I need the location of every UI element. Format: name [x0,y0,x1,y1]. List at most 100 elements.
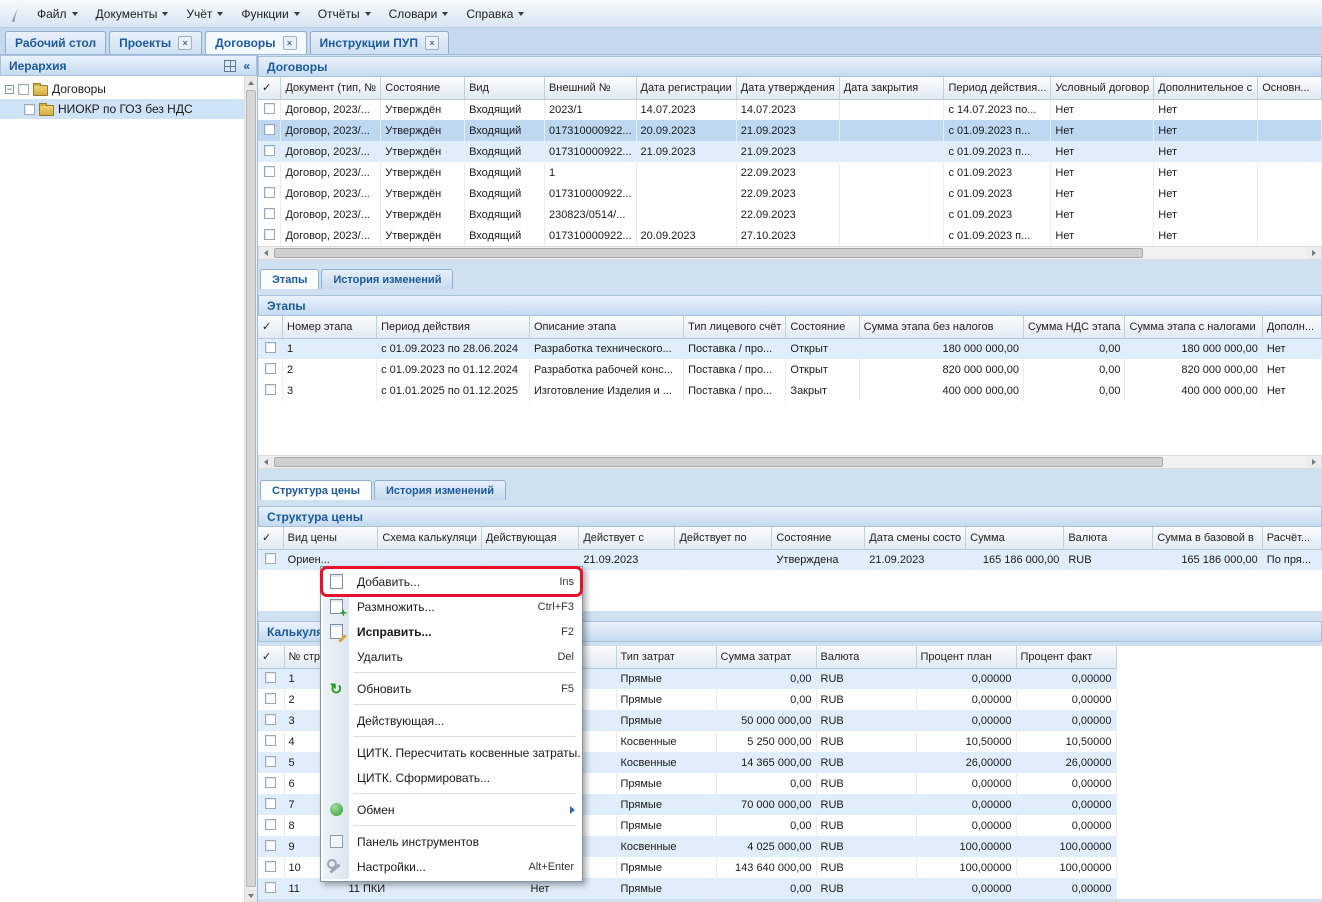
table-row[interactable]: Договор, 2023/...УтверждёнВходящий017310… [258,120,1322,141]
menu-item-delete[interactable]: УдалитьDel [323,644,580,669]
column-header[interactable]: Внешний № [544,77,636,99]
scroll-right-icon[interactable] [1307,456,1321,468]
column-header[interactable]: Тип затрат [616,646,716,668]
column-header[interactable]: Сумма затрат [716,646,816,668]
row-checkbox[interactable] [265,777,276,788]
column-header[interactable]: Условный договор [1051,77,1154,99]
tree-scrollbar[interactable] [244,76,257,902]
column-header[interactable]: Период действия [377,316,530,338]
column-header[interactable]: Валюта [1064,527,1153,549]
section-tab[interactable]: Структура цены [260,480,372,500]
column-header[interactable]: Документ (тип, № [281,77,381,99]
column-header[interactable]: Сумма [966,527,1064,549]
menubar-item[interactable]: Отчёты [309,3,380,25]
column-header[interactable]: Сумма НДС этапа [1023,316,1125,338]
table-row[interactable]: Договор, 2023/...УтверждёнВходящий230823… [258,204,1322,225]
contracts-hscrollbar[interactable] [258,246,1322,260]
tree-item-niokr[interactable]: НИОКР по ГОЗ без НДС [0,99,257,119]
row-checkbox[interactable] [265,342,276,353]
table-row[interactable]: 1с 01.09.2023 по 28.06.2024Разработка те… [258,338,1322,359]
collapse-panel-icon[interactable] [240,59,253,73]
select-all-header[interactable]: ✓ [258,77,281,99]
column-header[interactable]: Дата регистрации [636,77,736,99]
column-header[interactable]: Состояние [381,77,465,99]
column-header[interactable]: Валюта [816,646,916,668]
scrollbar-thumb[interactable] [274,457,1163,467]
column-header[interactable]: Схема калькуляци [378,527,482,549]
row-checkbox[interactable] [265,672,276,683]
column-header[interactable]: Вид [465,77,545,99]
menu-item-add[interactable]: Добавить...Ins [323,569,580,594]
row-checkbox[interactable] [264,208,275,219]
menu-item-duplicate[interactable]: Размножить...Ctrl+F3 [323,594,580,619]
close-tab-icon[interactable] [178,36,192,50]
stages-hscrollbar[interactable] [258,455,1322,469]
scroll-right-icon[interactable] [1307,247,1321,259]
column-header[interactable]: Процент факт [1016,646,1116,668]
scroll-up-icon[interactable] [245,76,257,89]
column-header[interactable]: Расчёт... [1262,527,1321,549]
document-tab[interactable]: Проекты [109,31,202,54]
row-checkbox[interactable] [265,384,276,395]
table-row[interactable]: 3с 01.01.2025 по 01.12.2025Изготовление … [258,380,1322,401]
row-checkbox[interactable] [265,882,276,893]
row-checkbox[interactable] [265,840,276,851]
column-header[interactable]: Действующая [481,527,578,549]
menu-item-citk-form[interactable]: ЦИТК. Сформировать... [323,765,580,790]
column-header[interactable]: Состояние [772,527,865,549]
row-checkbox[interactable] [264,166,275,177]
column-header[interactable]: Состояние [786,316,859,338]
row-checkbox[interactable] [265,756,276,767]
column-header[interactable]: Действует по [675,527,772,549]
section-tab[interactable]: Этапы [260,269,319,289]
row-checkbox[interactable] [264,124,275,135]
close-tab-icon[interactable] [425,36,439,50]
column-header[interactable]: Действует с [579,527,675,549]
menu-item-settings[interactable]: Настройки...Alt+Enter [323,854,580,879]
menu-item-refresh[interactable]: ОбновитьF5 [323,676,580,701]
tree-checkbox[interactable] [24,104,35,115]
column-header[interactable]: Описание этапа [529,316,683,338]
document-tab[interactable]: Договоры [205,31,306,54]
tree-item-contracts[interactable]: Договоры [0,79,257,99]
column-header[interactable]: Номер этапа [283,316,377,338]
column-header[interactable]: Дополн... [1262,316,1321,338]
row-checkbox[interactable] [265,861,276,872]
row-checkbox[interactable] [264,145,275,156]
column-header[interactable]: Основн... [1258,77,1322,99]
section-tab[interactable]: История изменений [374,480,506,500]
row-checkbox[interactable] [264,187,275,198]
menubar-item[interactable]: Справка [457,3,533,25]
select-all-header[interactable]: ✓ [258,646,284,668]
menu-item-current[interactable]: Действующая... [323,708,580,733]
column-header[interactable]: Дополнительное с [1154,77,1258,99]
menubar-item[interactable]: Файл [28,3,87,25]
table-row[interactable]: Договор, 2023/...УтверждёнВходящий122.09… [258,162,1322,183]
column-header[interactable]: Сумма в базовой в [1153,527,1262,549]
row-checkbox[interactable] [265,735,276,746]
row-checkbox[interactable] [265,553,276,564]
table-row[interactable]: 2с 01.09.2023 по 01.12.2024Разработка ра… [258,359,1322,380]
table-row[interactable]: Договор, 2023/...УтверждёнВходящий017310… [258,225,1322,246]
column-header[interactable]: Дата закрытия [839,77,944,99]
menu-item-toolbar[interactable]: Панель инструментов [323,829,580,854]
row-checkbox[interactable] [265,798,276,809]
collapse-node-icon[interactable] [5,85,14,94]
column-header[interactable]: Период действия... [944,77,1051,99]
column-header[interactable]: Процент план [916,646,1016,668]
column-header[interactable]: Сумма этапа без налогов [859,316,1023,338]
scroll-left-icon[interactable] [259,456,273,468]
menubar-item[interactable]: Функции [232,3,308,25]
column-header[interactable]: Вид цены [283,527,378,549]
menubar-item[interactable]: Документы [87,3,178,25]
menu-item-citk-recalc[interactable]: ЦИТК. Пересчитать косвенные затраты... [323,740,580,765]
document-tab[interactable]: Рабочий стол [5,31,106,54]
close-tab-icon[interactable] [283,36,297,50]
counter-grid-icon[interactable] [224,60,236,72]
scroll-left-icon[interactable] [259,247,273,259]
column-header[interactable]: Дата смены состо [865,527,966,549]
menubar-item[interactable]: Словари [380,3,458,25]
scrollbar-thumb[interactable] [246,90,256,887]
table-row[interactable]: Договор, 2023/...УтверждёнВходящий017310… [258,183,1322,204]
row-checkbox[interactable] [265,693,276,704]
